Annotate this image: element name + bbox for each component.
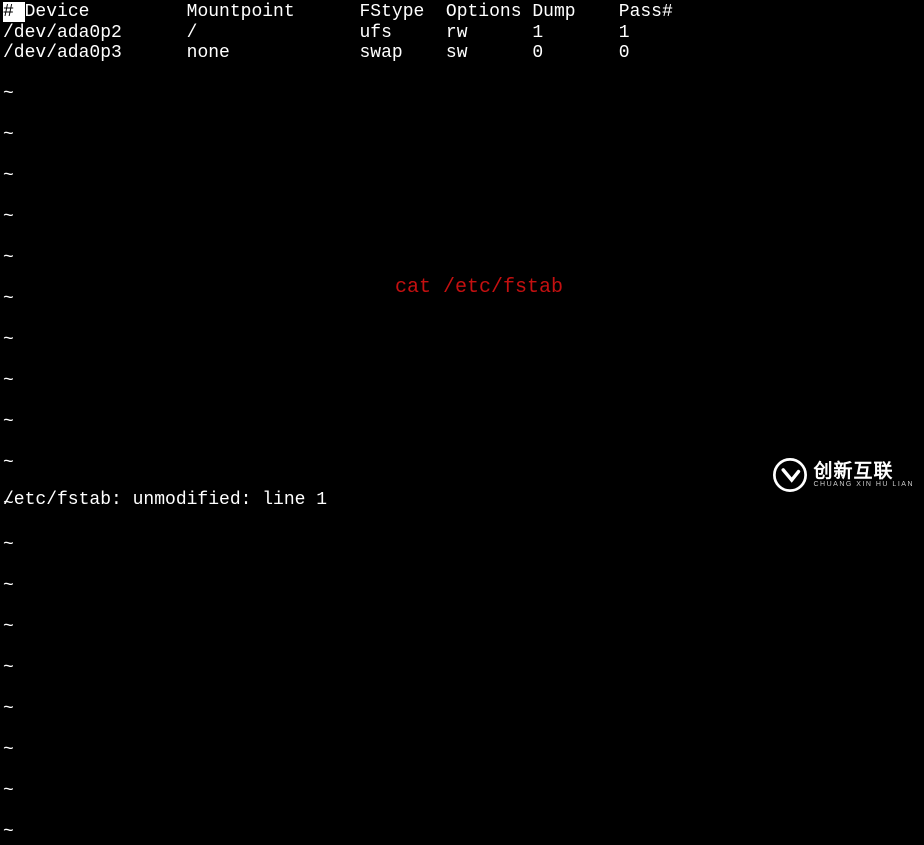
row-options: sw xyxy=(446,43,468,63)
tilde-line: ~ xyxy=(3,84,14,104)
tilde-line: ~ xyxy=(3,166,14,186)
tilde-line: ~ xyxy=(3,781,14,801)
tilde-line: ~ xyxy=(3,289,14,309)
tilde-line: ~ xyxy=(3,371,14,391)
terminal-editor[interactable]: # Device Mountpoint FStype Options Dump … xyxy=(0,0,924,845)
row-device: /dev/ada0p3 xyxy=(3,43,122,63)
row-pass: 0 xyxy=(619,43,630,63)
header-device: Device xyxy=(25,2,90,22)
row-options: rw xyxy=(446,23,468,43)
tilde-line: ~ xyxy=(3,576,14,596)
tilde-line: ~ xyxy=(3,617,14,637)
cursor: # xyxy=(3,2,25,22)
editor-status-line: /etc/fstab: unmodified: line 1 xyxy=(3,490,327,511)
row-dump: 1 xyxy=(532,23,543,43)
row-dump: 0 xyxy=(532,43,543,63)
tilde-line: ~ xyxy=(3,740,14,760)
tilde-line: ~ xyxy=(3,699,14,719)
tilde-line: ~ xyxy=(3,330,14,350)
watermark-sub-text: CHUANG XIN HU LIAN xyxy=(813,481,914,488)
header-options: Options xyxy=(446,2,522,22)
row-pass: 1 xyxy=(619,23,630,43)
header-dump: Dump xyxy=(532,2,575,22)
tilde-line: ~ xyxy=(3,535,14,555)
tilde-line: ~ xyxy=(3,248,14,268)
header-fstype: FStype xyxy=(359,2,424,22)
watermark: 创新互联 CHUANG XIN HU LIAN xyxy=(773,458,914,492)
row-device: /dev/ada0p2 xyxy=(3,23,122,43)
overlay-command: cat /etc/fstab xyxy=(395,278,563,299)
tilde-line: ~ xyxy=(3,658,14,678)
tilde-line: ~ xyxy=(3,125,14,145)
row-fstype: swap xyxy=(359,43,402,63)
watermark-logo-icon xyxy=(773,458,807,492)
watermark-main-text: 创新互联 xyxy=(813,462,914,481)
tilde-line: ~ xyxy=(3,453,14,473)
row-mountpoint: / xyxy=(187,23,198,43)
tilde-line: ~ xyxy=(3,412,14,432)
row-fstype: ufs xyxy=(359,23,391,43)
row-mountpoint: none xyxy=(187,43,230,63)
tilde-line: ~ xyxy=(3,207,14,227)
tilde-line: ~ xyxy=(3,822,14,842)
header-mountpoint: Mountpoint xyxy=(187,2,295,22)
header-pass: Pass# xyxy=(619,2,673,22)
